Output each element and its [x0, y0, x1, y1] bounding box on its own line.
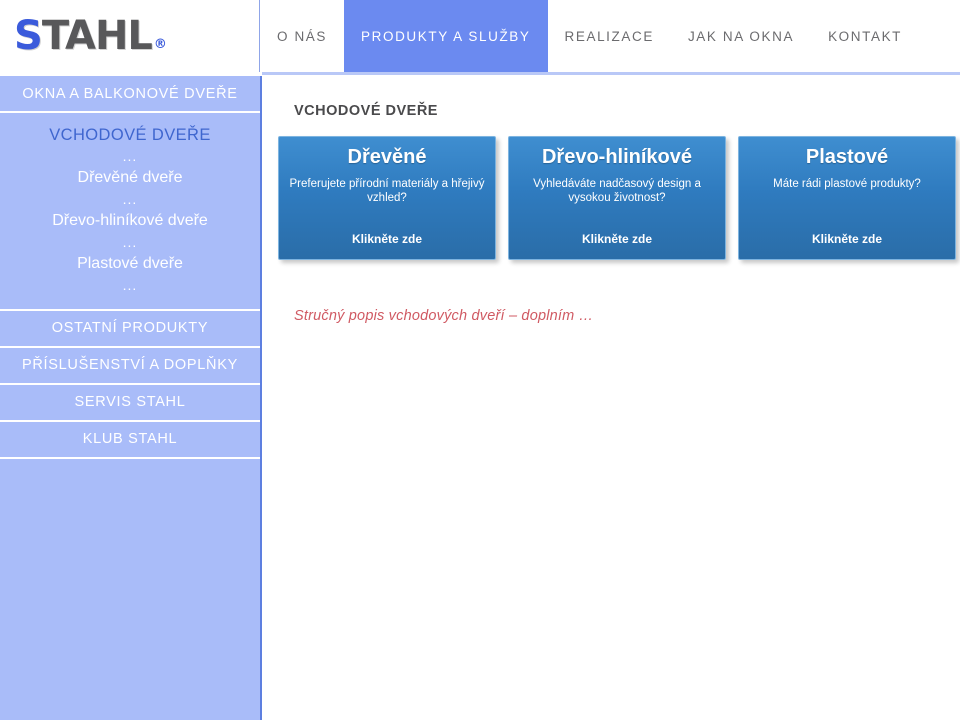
nav-underline-divider	[262, 72, 960, 75]
registered-trademark-icon: ®	[153, 37, 167, 52]
site-header: S TAHL ® O NÁS PRODUKTY A SLUŽBY REALIZA…	[0, 0, 960, 72]
sidebar-item-plastove-dvere[interactable]: Plastové dveře	[0, 253, 260, 276]
logo-letter-s: S	[14, 13, 43, 59]
product-card-plastove[interactable]: Plastové Máte rádi plastové produkty? Kl…	[738, 136, 956, 260]
page-root: S TAHL ® O NÁS PRODUKTY A SLUŽBY REALIZA…	[0, 0, 960, 720]
card-description: Preferujete přírodní materiály a hřejivý…	[289, 178, 485, 205]
sidebar-navigation: OKNA A BALKONOVÉ DVEŘE VCHODOVÉ DVEŘE ..…	[0, 76, 262, 720]
nav-item-o-nas[interactable]: O NÁS	[260, 0, 344, 72]
sidebar-dots-4: ...	[122, 276, 138, 293]
product-card-drevene[interactable]: Dřevěné Preferujete přírodní materiály a…	[278, 136, 496, 260]
sidebar-dots-3: ...	[122, 233, 138, 250]
main-content: VCHODOVÉ DVEŘE Dřevěné Preferujete příro…	[264, 76, 960, 720]
sidebar-item-drevo-hlinikove-dvere[interactable]: Dřevo-hliníkové dveře	[0, 210, 260, 233]
nav-item-produkty-a-sluzby[interactable]: PRODUKTY A SLUŽBY	[344, 0, 548, 72]
sidebar-item-okna-a-balkonove-dvere[interactable]: OKNA A BALKONOVÉ DVEŘE	[0, 76, 260, 113]
sidebar-item-drevene-dvere[interactable]: Dřevěné dveře	[0, 167, 260, 190]
card-description: Máte rádi plastové produkty?	[773, 178, 921, 190]
product-card-drevo-hlinikove[interactable]: Dřevo-hliníkové Vyhledáváte nadčasový de…	[508, 136, 726, 260]
logo-wordmark: S TAHL ®	[14, 13, 167, 59]
card-title: Dřevo-hliníkové	[541, 146, 693, 168]
sidebar-dots-2: ...	[122, 191, 138, 208]
sidebar-item-prislusenstvi-a-doplnky[interactable]: PŘÍSLUŠENSTVÍ A DOPLŇKY	[0, 347, 260, 385]
card-cta-link[interactable]: Klikněte zde	[352, 232, 422, 246]
sidebar-empty-area	[0, 458, 260, 649]
card-cta-link[interactable]: Klikněte zde	[812, 232, 882, 246]
card-title: Dřevěné	[347, 146, 427, 168]
sidebar-group-vchodove-dvere: VCHODOVÉ DVEŘE ... Dřevěné dveře ... Dře…	[0, 113, 260, 311]
card-title: Plastové	[805, 146, 889, 168]
sidebar-item-vchodove-dvere[interactable]: VCHODOVÉ DVEŘE	[0, 124, 260, 147]
card-cta-link[interactable]: Klikněte zde	[582, 232, 652, 246]
product-card-row: Dřevěné Preferujete přírodní materiály a…	[278, 136, 958, 260]
sidebar-dots-1: ...	[122, 148, 138, 165]
sidebar-item-ostatni-produkty[interactable]: OSTATNÍ PRODUKTY	[0, 310, 260, 348]
main-navigation: O NÁS PRODUKTY A SLUŽBY REALIZACE JAK NA…	[260, 0, 960, 72]
logo-letters-tahl: TAHL	[41, 13, 153, 59]
sidebar-item-klub-stahl[interactable]: KLUB STAHL	[0, 421, 260, 459]
nav-item-realizace[interactable]: REALIZACE	[548, 0, 671, 72]
nav-item-jak-na-okna[interactable]: JAK NA OKNA	[671, 0, 811, 72]
page-title: VCHODOVÉ DVEŘE	[294, 103, 438, 119]
placeholder-note: Stručný popis vchodových dveří – doplním…	[294, 308, 594, 324]
card-description: Vyhledáváte nadčasový design a vysokou ž…	[533, 178, 701, 205]
nav-item-kontakt[interactable]: KONTAKT	[811, 0, 919, 72]
sidebar-item-servis-stahl[interactable]: SERVIS STAHL	[0, 384, 260, 422]
logo[interactable]: S TAHL ®	[0, 0, 260, 72]
